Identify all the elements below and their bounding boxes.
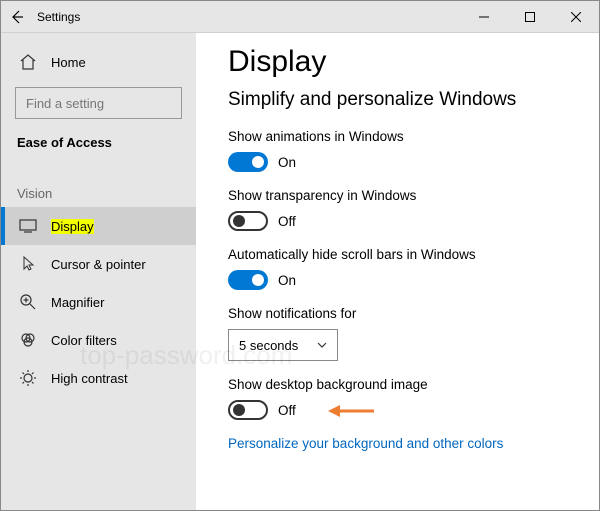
toggle-state: Off	[278, 403, 296, 418]
minimize-button[interactable]	[461, 1, 507, 33]
minimize-icon	[479, 12, 489, 22]
toggle-state: On	[278, 273, 296, 288]
maximize-button[interactable]	[507, 1, 553, 33]
search-input[interactable]	[24, 95, 196, 112]
toggle-state: Off	[278, 214, 296, 229]
cursor-icon	[17, 253, 39, 275]
page-subheading: Simplify and personalize Windows	[228, 89, 599, 111]
toggle-state: On	[278, 155, 296, 170]
setting-label: Automatically hide scroll bars in Window…	[228, 247, 599, 262]
color-filters-icon	[17, 329, 39, 351]
nav-item-display[interactable]: Display	[1, 207, 196, 245]
annotation-arrow-icon	[326, 401, 376, 421]
toggle-scrollbars[interactable]	[228, 270, 268, 290]
window-title: Settings	[33, 10, 80, 24]
chevron-down-icon	[317, 342, 327, 348]
maximize-icon	[525, 12, 535, 22]
personalize-link[interactable]: Personalize your background and other co…	[228, 436, 599, 451]
nav-home-label: Home	[51, 55, 86, 70]
sidebar-group: Vision	[1, 164, 196, 207]
nav-item-label: Cursor & pointer	[51, 257, 146, 272]
nav-home[interactable]: Home	[1, 43, 196, 81]
display-icon	[17, 215, 39, 237]
close-icon	[571, 12, 581, 22]
high-contrast-icon	[17, 367, 39, 389]
toggle-animations[interactable]	[228, 152, 268, 172]
arrow-left-icon	[9, 9, 25, 25]
nav-item-high-contrast[interactable]: High contrast	[1, 359, 196, 397]
setting-label: Show animations in Windows	[228, 129, 599, 144]
back-button[interactable]	[1, 1, 33, 33]
notify-duration-combo[interactable]: 5 seconds	[228, 329, 338, 361]
nav-item-magnifier[interactable]: Magnifier	[1, 283, 196, 321]
sidebar: Home Ease of Access Vision Display Curso…	[1, 33, 196, 510]
setting-label: Show notifications for	[228, 306, 599, 321]
close-button[interactable]	[553, 1, 599, 33]
content-pane: Display Simplify and personalize Windows…	[196, 33, 599, 510]
sidebar-section: Ease of Access	[1, 129, 196, 164]
nav-item-label: Display	[51, 219, 94, 234]
nav-item-label: High contrast	[51, 371, 128, 386]
home-icon	[17, 51, 39, 73]
combo-value: 5 seconds	[239, 338, 298, 353]
nav-item-label: Magnifier	[51, 295, 104, 310]
setting-label: Show desktop background image	[228, 377, 599, 392]
setting-label: Show transparency in Windows	[228, 188, 599, 203]
search-box[interactable]	[15, 87, 182, 119]
toggle-desktop-bg[interactable]	[228, 400, 268, 420]
magnifier-icon	[17, 291, 39, 313]
nav-item-color-filters[interactable]: Color filters	[1, 321, 196, 359]
page-heading: Display	[228, 45, 599, 79]
nav-item-label: Color filters	[51, 333, 117, 348]
nav-item-cursor-pointer[interactable]: Cursor & pointer	[1, 245, 196, 283]
toggle-transparency[interactable]	[228, 211, 268, 231]
titlebar: Settings	[1, 1, 599, 33]
